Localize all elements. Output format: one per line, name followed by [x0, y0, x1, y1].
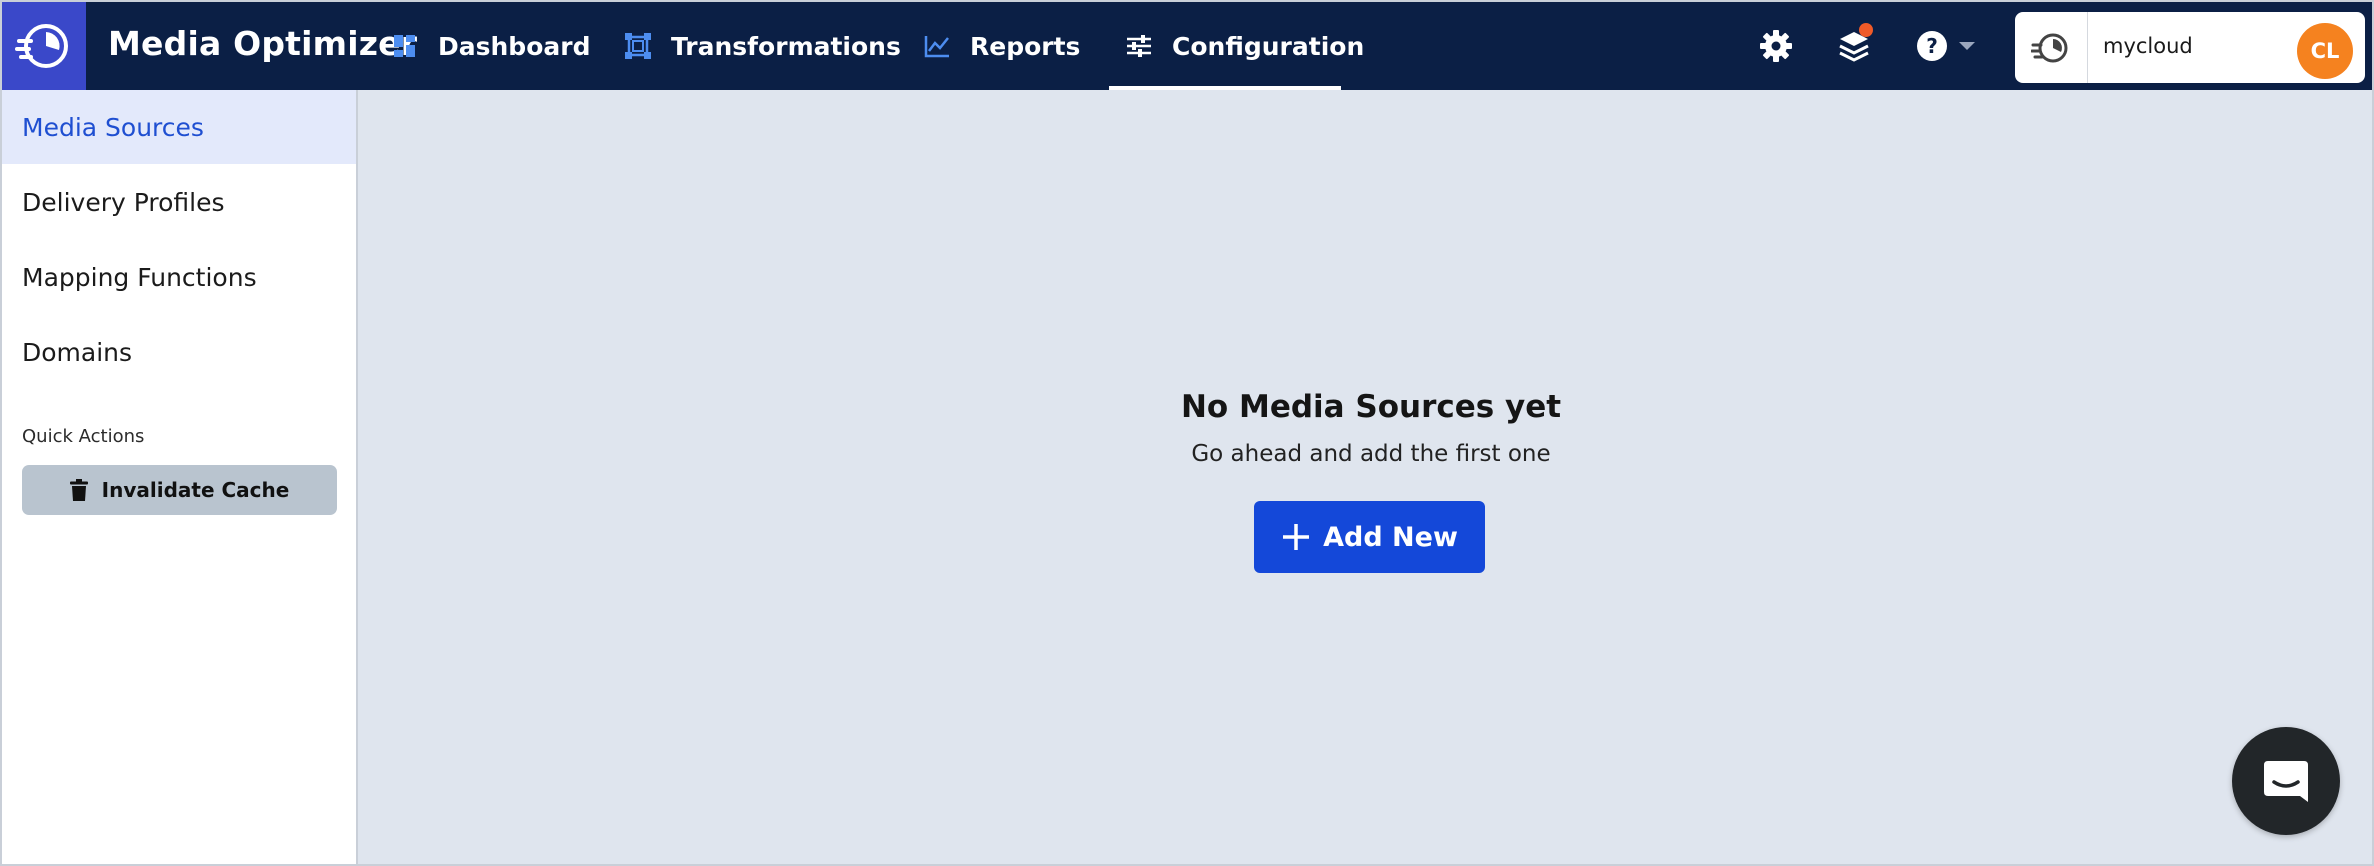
nav-transformations-label: Transformations	[671, 31, 901, 61]
dashboard-grid-icon	[392, 33, 418, 59]
media-optimizer-icon	[2031, 33, 2068, 62]
quick-actions-heading: Quick Actions	[22, 426, 145, 447]
logo-icon	[15, 24, 68, 68]
gear-icon	[1760, 30, 1792, 62]
nav-active-indicator	[1109, 86, 1341, 90]
invalidate-cache-button[interactable]: Invalidate Cache	[22, 465, 337, 515]
sliders-icon	[1126, 33, 1152, 59]
app-window: Media Optimizer Dashboard Transformation…	[0, 0, 2374, 866]
app-logo[interactable]	[2, 2, 86, 90]
nav-configuration[interactable]: Configuration	[1126, 2, 1364, 90]
account-icon-cell	[2015, 12, 2088, 83]
invalidate-cache-label: Invalidate Cache	[101, 478, 290, 502]
empty-state-title: No Media Sources yet	[1180, 389, 1562, 425]
help-menu-button[interactable]: ?	[1916, 26, 1986, 66]
sidebar-item-delivery-profiles[interactable]: Delivery Profiles	[2, 165, 356, 239]
nav-dashboard[interactable]: Dashboard	[392, 2, 590, 90]
nav-transformations[interactable]: Transformations	[625, 2, 901, 90]
avatar[interactable]: CL	[2297, 23, 2353, 79]
notification-badge	[1859, 23, 1873, 37]
top-navigation-bar: Media Optimizer Dashboard Transformation…	[2, 2, 2372, 90]
sidebar-item-mapping-functions[interactable]: Mapping Functions	[2, 240, 356, 314]
nav-reports-label: Reports	[970, 31, 1081, 61]
nav-reports[interactable]: Reports	[924, 2, 1080, 90]
transform-frame-icon	[625, 33, 651, 59]
account-switcher[interactable]: mycloud CL	[2015, 12, 2365, 83]
app-title: Media Optimizer	[108, 24, 418, 63]
chat-icon	[2264, 761, 2308, 802]
chat-launcher-button[interactable]	[2232, 727, 2340, 835]
plus-icon	[1283, 524, 1310, 550]
help-icon: ?	[1917, 31, 1947, 61]
add-new-button[interactable]: Add New	[1254, 501, 1485, 573]
line-chart-icon	[924, 33, 950, 59]
svg-text:?: ?	[1926, 34, 1938, 58]
sidebar-item-media-sources[interactable]: Media Sources	[2, 90, 356, 164]
nav-configuration-label: Configuration	[1172, 31, 1365, 61]
nav-dashboard-label: Dashboard	[438, 31, 591, 61]
settings-button[interactable]	[1756, 26, 1796, 66]
add-new-label: Add New	[1323, 521, 1458, 553]
chevron-down-icon	[1959, 42, 1975, 50]
empty-state-subtitle: Go ahead and add the first one	[1191, 441, 1551, 467]
trash-icon	[69, 479, 88, 501]
account-name: mycloud	[2103, 34, 2193, 58]
sidebar-item-domains[interactable]: Domains	[2, 315, 356, 389]
sidebar: Media Sources Delivery Profiles Mapping …	[2, 90, 358, 864]
